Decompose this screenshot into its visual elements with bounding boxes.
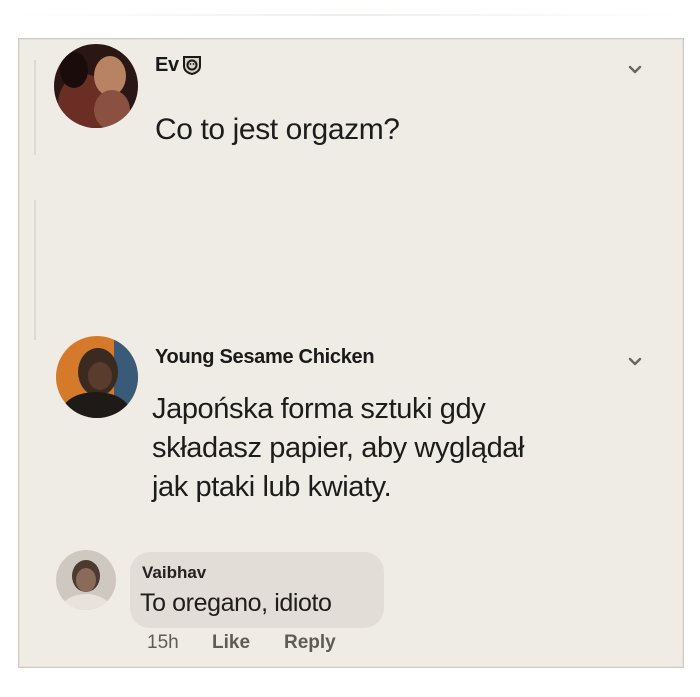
post-author-name[interactable]: Ev bbox=[155, 54, 179, 76]
avatar-ev[interactable] bbox=[54, 44, 138, 128]
comment-line: Japońska forma sztuki gdy bbox=[152, 393, 486, 425]
post-text: Co to jest orgazm? bbox=[155, 113, 400, 146]
comment-author[interactable]: Young Sesame Chicken bbox=[155, 346, 375, 369]
comment-line: składasz papier, aby wyglądał bbox=[152, 432, 525, 464]
post-author[interactable]: Ev bbox=[155, 54, 203, 77]
lion-badge-icon bbox=[181, 53, 203, 75]
chevron-down-icon[interactable] bbox=[628, 354, 642, 366]
reply-author[interactable]: Vaibhav bbox=[142, 563, 206, 583]
avatar-vaibhav[interactable] bbox=[56, 550, 116, 610]
avatar-young-sesame-chicken[interactable] bbox=[56, 336, 138, 418]
like-button[interactable]: Like bbox=[212, 632, 250, 654]
comment-line: jak ptaki lub kwiaty. bbox=[152, 471, 392, 503]
top-divider bbox=[14, 14, 686, 16]
reply-text: To oregano, idioto bbox=[140, 589, 332, 617]
thread-line bbox=[34, 60, 36, 155]
comment-text: Japońska forma sztuki gdy składasz papie… bbox=[152, 390, 524, 507]
reply-button[interactable]: Reply bbox=[284, 632, 336, 654]
thread-line bbox=[34, 200, 36, 340]
chevron-down-icon[interactable] bbox=[628, 62, 642, 74]
reply-timestamp[interactable]: 15h bbox=[147, 632, 179, 654]
